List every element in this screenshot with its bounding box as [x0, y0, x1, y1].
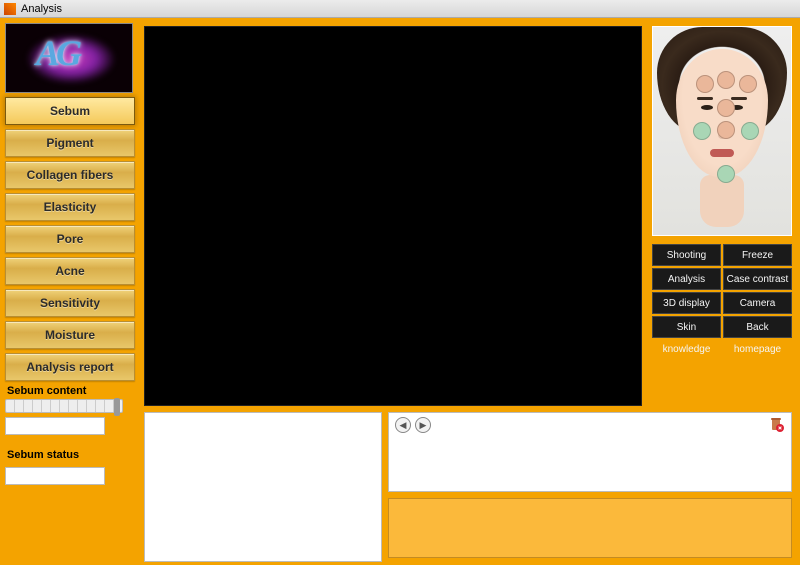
face-point[interactable] [717, 165, 735, 183]
logo-text: AG [36, 32, 78, 74]
face-point[interactable] [717, 121, 735, 139]
tab-collagen-fibers[interactable]: Collagen fibers [5, 161, 135, 189]
face-point[interactable] [717, 99, 735, 117]
face-illustration [653, 27, 791, 235]
result-panel-upper: ◀ ▶ [388, 412, 792, 492]
tab-analysis-report[interactable]: Analysis report [5, 353, 135, 381]
window-title: Analysis [21, 1, 62, 17]
face-point[interactable] [739, 75, 757, 93]
sebum-content-value [5, 417, 105, 435]
app-frame: AG Sebum Pigment Collagen fibers Elastic… [0, 18, 800, 565]
face-point[interactable] [717, 71, 735, 89]
face-eye [701, 105, 713, 110]
app-icon [4, 3, 16, 15]
tab-elasticity[interactable]: Elasticity [5, 193, 135, 221]
face-brow [731, 97, 747, 100]
right-button-grid: Shooting Freeze Analysis Case contrast 3… [652, 244, 792, 338]
result-panel-left [144, 412, 382, 562]
camera-main-view [144, 26, 642, 406]
slider-thumb-icon[interactable] [114, 398, 120, 416]
sebum-content-slider[interactable] [5, 399, 123, 413]
tab-acne[interactable]: Acne [5, 257, 135, 285]
delete-icon[interactable] [767, 416, 785, 434]
face-brow [697, 97, 713, 100]
next-arrow-icon[interactable]: ▶ [415, 417, 431, 433]
sebum-status-label: Sebum status [5, 445, 135, 463]
delete-svg-icon [767, 416, 785, 434]
prev-arrow-icon[interactable]: ◀ [395, 417, 411, 433]
shooting-button[interactable]: Shooting [652, 244, 721, 266]
face-point[interactable] [693, 122, 711, 140]
face-neck [700, 175, 744, 227]
3d-display-button[interactable]: 3D display [652, 292, 721, 314]
case-contrast-button[interactable]: Case contrast [723, 268, 792, 290]
nav-arrows: ◀ ▶ [395, 417, 431, 433]
back-homepage-button[interactable]: Back homepage [723, 316, 792, 338]
title-bar: Analysis [0, 0, 800, 18]
face-lips [710, 149, 734, 157]
face-reference-panel [652, 26, 792, 236]
analysis-button[interactable]: Analysis [652, 268, 721, 290]
face-point[interactable] [696, 75, 714, 93]
logo-panel: AG [5, 23, 133, 93]
sidebar: AG Sebum Pigment Collagen fibers Elastic… [5, 23, 135, 485]
tab-moisture[interactable]: Moisture [5, 321, 135, 349]
skin-knowledge-button[interactable]: Skin knowledge [652, 316, 721, 338]
tab-column: Sebum Pigment Collagen fibers Elasticity… [5, 97, 135, 381]
freeze-button[interactable]: Freeze [723, 244, 792, 266]
tab-sensitivity[interactable]: Sensitivity [5, 289, 135, 317]
tab-sebum[interactable]: Sebum [5, 97, 135, 125]
sebum-status-value [5, 467, 105, 485]
camera-options-button[interactable]: Camera options [723, 292, 792, 314]
tab-pigment[interactable]: Pigment [5, 129, 135, 157]
face-point[interactable] [741, 122, 759, 140]
sebum-content-label: Sebum content [5, 381, 135, 399]
tab-pore[interactable]: Pore [5, 225, 135, 253]
result-panel-lower [388, 498, 792, 558]
